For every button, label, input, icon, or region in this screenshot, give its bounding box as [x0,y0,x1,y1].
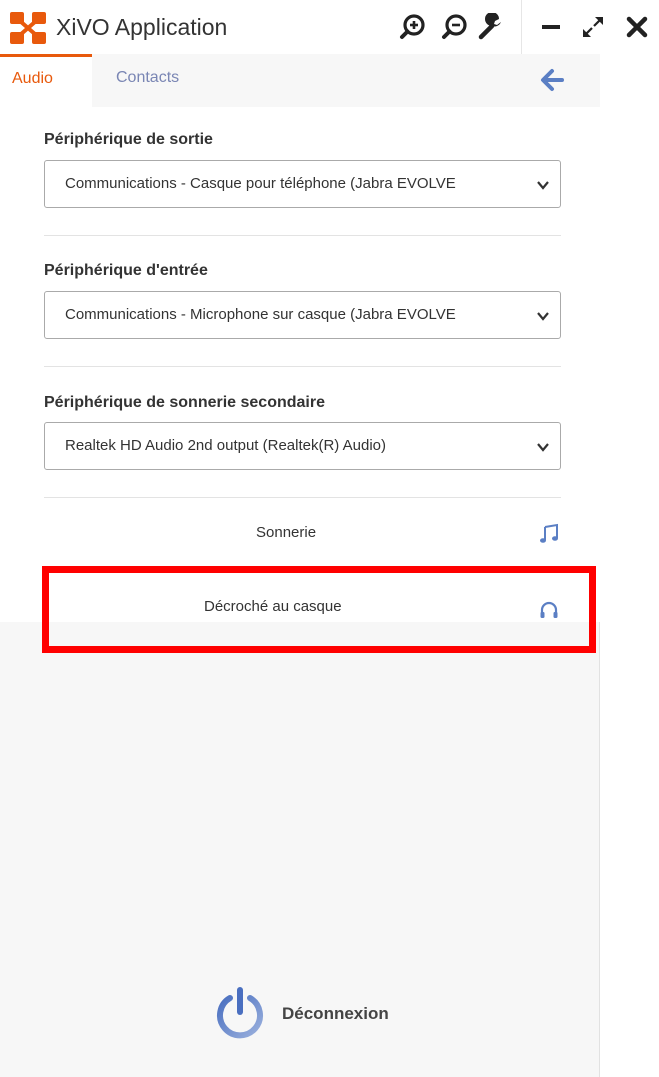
title-bar: XiVO Application [0,0,659,54]
close-icon [626,16,648,38]
input-device-select[interactable]: Communications - Microphone sur casque (… [44,291,561,339]
back-button[interactable] [536,64,568,96]
close-button[interactable] [620,10,654,44]
chevron-down-icon [537,312,549,321]
ring-device-select[interactable]: Realtek HD Audio 2nd output (Realtek(R) … [44,422,561,470]
tab-contacts[interactable]: Contacts [92,54,212,107]
wrench-icon [478,13,501,40]
divider [44,366,561,367]
expand-icon [583,17,603,37]
highlight-box [42,566,596,653]
xivo-logo-icon [10,12,46,44]
output-device-value: Communications - Casque pour téléphone (… [65,175,456,192]
zoom-out-icon [442,14,467,39]
input-device-label: Périphérique d'entrée [44,262,208,279]
divider [44,235,561,236]
power-icon [217,987,263,1039]
sonnerie-label: Sonnerie [256,524,317,541]
logout-label: Déconnexion [282,1004,389,1023]
app-title: XiVO Application [56,14,228,40]
divider [44,497,561,498]
logout-button[interactable]: Déconnexion [210,984,430,1044]
arrow-left-icon [541,69,564,91]
music-note-icon[interactable] [538,523,560,545]
tab-audio[interactable]: Audio [0,54,92,107]
zoom-out-button[interactable] [438,10,472,44]
ring-device-label: Périphérique de sonnerie secondaire [44,394,325,411]
output-device-label: Périphérique de sortie [44,131,213,148]
zoom-in-icon [400,14,425,39]
chevron-down-icon [537,181,549,190]
toolbar-separator [521,0,522,54]
maximize-button[interactable] [576,10,610,44]
settings-button[interactable] [474,10,508,44]
minimize-button[interactable] [534,10,568,44]
chevron-down-icon [537,443,549,452]
input-device-value: Communications - Microphone sur casque (… [65,306,456,323]
output-device-select[interactable]: Communications - Casque pour téléphone (… [44,160,561,208]
zoom-in-button[interactable] [396,10,430,44]
ring-device-value: Realtek HD Audio 2nd output (Realtek(R) … [65,437,387,454]
tab-bar: Audio Contacts [0,54,600,107]
minimize-icon [542,25,560,29]
